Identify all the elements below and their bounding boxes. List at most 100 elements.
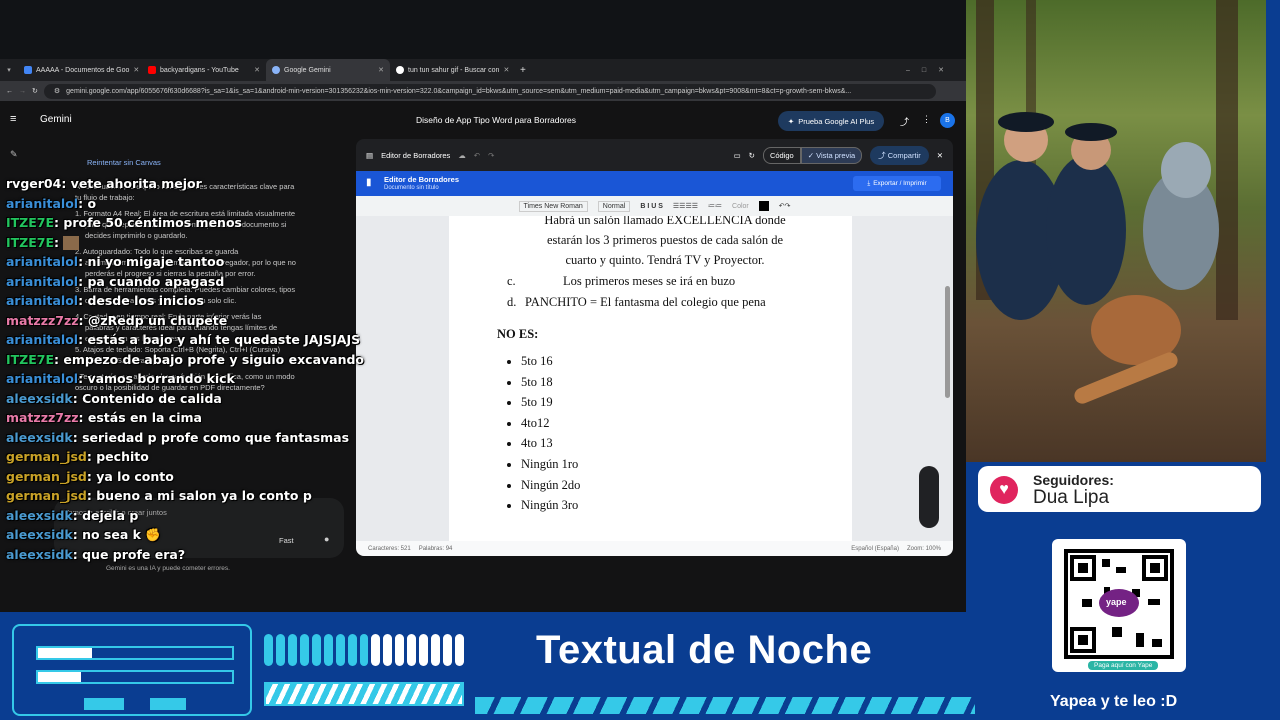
close-icon[interactable]: ✕ <box>133 66 139 74</box>
canvas-editor: ▤ Editor de Borradores ☁ ↶ ↷ ▭ ↻ Código … <box>356 139 953 556</box>
reload-icon[interactable]: ↻ <box>32 87 38 95</box>
chat-text: empezo de abajo profe y siguio excavando <box>63 351 365 367</box>
chat-user: aleexsidk <box>6 546 73 562</box>
chat-text: pechito <box>96 449 149 464</box>
avatar[interactable]: B <box>940 113 955 128</box>
close-icon[interactable]: ✕ <box>254 66 260 74</box>
chat-user: matzzz7zz <box>6 410 79 425</box>
font-select[interactable]: Times New Roman <box>518 200 588 212</box>
decor-bar <box>36 646 234 660</box>
align-icons[interactable]: ☰☰☰☰ <box>673 202 698 210</box>
gemini-header: ≡ Gemini Diseño de App Tipo Word para Bo… <box>0 101 966 139</box>
chat-title: Diseño de App Tipo Word para Borradores <box>416 115 577 125</box>
chat-text: desde los inicios <box>87 293 204 308</box>
stream-chat: rvger04: vete ahorita mejor arianitalol:… <box>6 176 365 566</box>
decor-block <box>150 698 186 710</box>
url-text: gemini.google.com/app/6055676f630d6688?i… <box>66 87 852 95</box>
undo-icon[interactable]: ↶ <box>474 151 480 160</box>
clear-format-icon[interactable]: ↶↷ <box>779 202 791 210</box>
text-format-icons[interactable]: B I U S <box>640 203 663 210</box>
browser-tab[interactable]: tun tun sahur gif - Buscar con ✕ <box>390 59 514 81</box>
meme-illustration <box>976 0 1238 404</box>
share-icon[interactable]: ⤴ <box>900 115 909 128</box>
browser-tab-active[interactable]: Google Gemini ✕ <box>266 59 390 81</box>
window-topbar <box>12 29 966 59</box>
flexed-biceps-icon: ✊ <box>145 527 161 542</box>
browser-tab[interactable]: backyardigans - YouTube ✕ <box>142 59 266 81</box>
list-item: Ningún 3ro <box>521 495 580 516</box>
chat-message: matzzz7zz: estás en la cima <box>6 410 202 425</box>
list-icons[interactable]: ≔≔ <box>708 202 722 210</box>
chat-user: aleexsidk <box>6 390 73 406</box>
scrollbar[interactable] <box>945 286 950 398</box>
bullet-list: 5to 16 5to 18 5to 19 4to12 4to 13 Ningún… <box>521 351 580 516</box>
text-line: cuarto y quinto. Tendrá TV y Proyector. <box>565 253 765 267</box>
code-tab[interactable]: Código <box>762 146 801 164</box>
chat-message: arianitalol: o <box>6 195 97 211</box>
chat-user: ITZE7E <box>6 351 55 367</box>
list-marker: d. <box>507 295 517 309</box>
menu-icon[interactable]: ≡ <box>10 113 16 125</box>
close-icon[interactable]: ✕ <box>503 66 509 74</box>
preview-tab[interactable]: ✓ Vista previa <box>800 146 863 164</box>
document-page[interactable]: Habrá un salón llamado EXCELLENCIA donde… <box>449 216 852 541</box>
forward-icon[interactable]: → <box>19 88 26 95</box>
cloud-icon: ☁ <box>458 150 466 160</box>
chat-message: ITZE7E: empezo de abajo profe y siguio e… <box>6 351 365 367</box>
followers-widget: ♥ Seguidores: Dua Lipa <box>978 466 1261 512</box>
floating-tools[interactable] <box>919 466 939 528</box>
list-item-b: Habrá un salón llamado EXCELLENCIA donde… <box>535 216 795 270</box>
yape-text: Yapea y te leo :D <box>1050 693 1178 710</box>
share-button[interactable]: ⤴ Compartir <box>870 145 929 165</box>
chat-message: german_jsd: bueno a mi salon ya lo conto… <box>6 488 312 503</box>
decor-block <box>84 698 124 710</box>
site-info-icon[interactable]: ⚙ <box>54 87 60 95</box>
editor-topbar: ▤ Editor de Borradores ☁ ↶ ↷ ▭ ↻ Código … <box>356 139 953 171</box>
decor-pills <box>264 634 464 666</box>
redo-icon[interactable]: ↷ <box>488 151 494 160</box>
chat-user: german_jsd <box>6 488 87 503</box>
present-icon[interactable]: ▭ <box>734 151 741 160</box>
tab-search-icon[interactable]: ▾ <box>0 66 18 74</box>
export-button[interactable]: ⤓ Exportar / Imprimir <box>853 176 941 191</box>
refresh-icon[interactable]: ↻ <box>749 151 755 160</box>
close-icon[interactable]: ✕ <box>937 151 943 160</box>
chat-message: matzzz7zz: @zRedp un chupete <box>6 312 228 328</box>
plus-button-label: Prueba Google AI Plus <box>798 116 875 126</box>
more-icon[interactable]: ⋮ <box>922 114 931 125</box>
url-input[interactable]: ⚙ gemini.google.com/app/6055676f630d6688… <box>43 83 936 99</box>
list-item: 5to 19 <box>521 392 580 413</box>
chat-text: no sea k <box>82 527 141 542</box>
docs-icon <box>24 66 32 74</box>
close-icon[interactable]: ✕ <box>378 66 384 74</box>
color-swatch[interactable] <box>758 201 769 211</box>
try-plus-button[interactable]: ✦ Prueba Google AI Plus <box>778 111 884 131</box>
text-line: Habrá un salón llamado EXCELLENCIA donde <box>544 216 786 227</box>
app-header: ▮ Editor de Borradores Documento sin tít… <box>356 171 953 196</box>
retry-link[interactable]: Reintentar sin Canvas <box>87 158 161 167</box>
gemini-brand: Gemini <box>40 114 72 125</box>
address-bar-row: ← → ↻ ⚙ gemini.google.com/app/6055676f63… <box>0 81 966 101</box>
document-area: Habrá un salón llamado EXCELLENCIA donde… <box>356 216 953 541</box>
status-bar: Caracteres: 521 Palabras: 94 Español (Es… <box>356 541 953 556</box>
chat-text: profe 50 céntimos menos <box>63 215 242 230</box>
chat-message: german_jsd: pechito <box>6 449 149 464</box>
browser-tab[interactable]: AAAAA - Documentos de Goo ✕ <box>18 59 142 81</box>
style-select[interactable]: Normal <box>597 200 631 212</box>
chat-message: ITZE7E: <box>6 235 351 255</box>
text-line: Los primeros meses se irá en buzo <box>563 274 736 288</box>
back-icon[interactable]: ← <box>6 88 13 95</box>
gemini-icon <box>272 66 280 74</box>
new-tab-icon[interactable]: + <box>514 65 532 76</box>
list-item-d: d. PANCHITO = El fantasma del colegio qu… <box>507 295 827 310</box>
window-controls[interactable]: –□✕ <box>906 66 966 74</box>
list-item: 4to 13 <box>521 433 580 454</box>
chat-user: aleexsidk <box>6 507 73 523</box>
tab-label: backyardigans - YouTube <box>160 66 239 74</box>
app-title: Editor de Borradores <box>384 175 460 184</box>
editor-header-label: Editor de Borradores <box>381 150 451 160</box>
chat-text: ya lo conto <box>96 468 174 484</box>
chat-message: arianitalol: ni yo migaje tantoo <box>6 254 225 269</box>
heart-icon: ♥ <box>990 476 1018 504</box>
decor-bar <box>36 670 234 684</box>
